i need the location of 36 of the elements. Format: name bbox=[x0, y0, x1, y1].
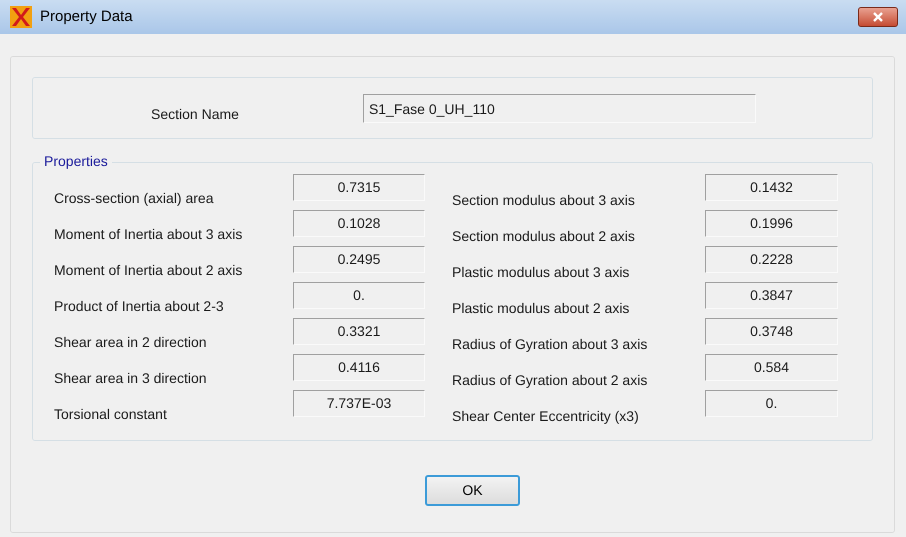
section-name-label: Section Name bbox=[151, 104, 239, 124]
ok-button[interactable]: OK bbox=[425, 475, 520, 506]
property-label: Moment of Inertia about 3 axis bbox=[54, 225, 244, 244]
value-field: 0.3321 bbox=[293, 318, 425, 345]
property-label: Shear area in 3 direction bbox=[54, 369, 208, 388]
property-label: Plastic modulus about 2 axis bbox=[452, 299, 630, 318]
property-label: Moment of Inertia about 2 axis bbox=[54, 261, 244, 280]
value-field: 0.2228 bbox=[705, 246, 838, 273]
value-field: 0.4116 bbox=[293, 354, 425, 381]
property-label: Radius of Gyration about 2 axis bbox=[452, 371, 648, 390]
close-icon bbox=[873, 12, 883, 22]
value-field: 0.7315 bbox=[293, 174, 425, 201]
value-field: 0.1996 bbox=[705, 210, 838, 237]
property-label: Torsional constant bbox=[54, 405, 168, 424]
window-title: Property Data bbox=[40, 6, 133, 27]
value-field: 7.737E-03 bbox=[293, 390, 425, 417]
value-field: 0.584 bbox=[705, 354, 838, 381]
property-label: Shear area in 2 direction bbox=[54, 333, 208, 352]
group-title: Properties bbox=[40, 153, 112, 170]
value-field: 0.2495 bbox=[293, 246, 425, 273]
value-field: 0.3748 bbox=[705, 318, 838, 345]
property-label: Shear Center Eccentricity (x3) bbox=[452, 407, 640, 426]
value-field: 0. bbox=[705, 390, 838, 417]
section-name-field: S1_Fase 0_UH_110 bbox=[362, 94, 756, 122]
app-logo-icon bbox=[10, 6, 32, 28]
property-label: Cross-section (axial) area bbox=[54, 189, 214, 208]
property-label: Section modulus about 3 axis bbox=[452, 191, 636, 210]
property-label: Product of Inertia about 2-3 bbox=[54, 297, 225, 316]
close-button[interactable] bbox=[858, 7, 898, 27]
property-label: Plastic modulus about 3 axis bbox=[452, 263, 630, 282]
value-field: 0.1028 bbox=[293, 210, 425, 237]
value-field: 0. bbox=[293, 282, 425, 309]
value-field: 0.3847 bbox=[705, 282, 838, 309]
property-label: Section modulus about 2 axis bbox=[452, 227, 636, 246]
property-label: Radius of Gyration about 3 axis bbox=[452, 335, 648, 354]
value-field: 0.1432 bbox=[705, 174, 838, 201]
